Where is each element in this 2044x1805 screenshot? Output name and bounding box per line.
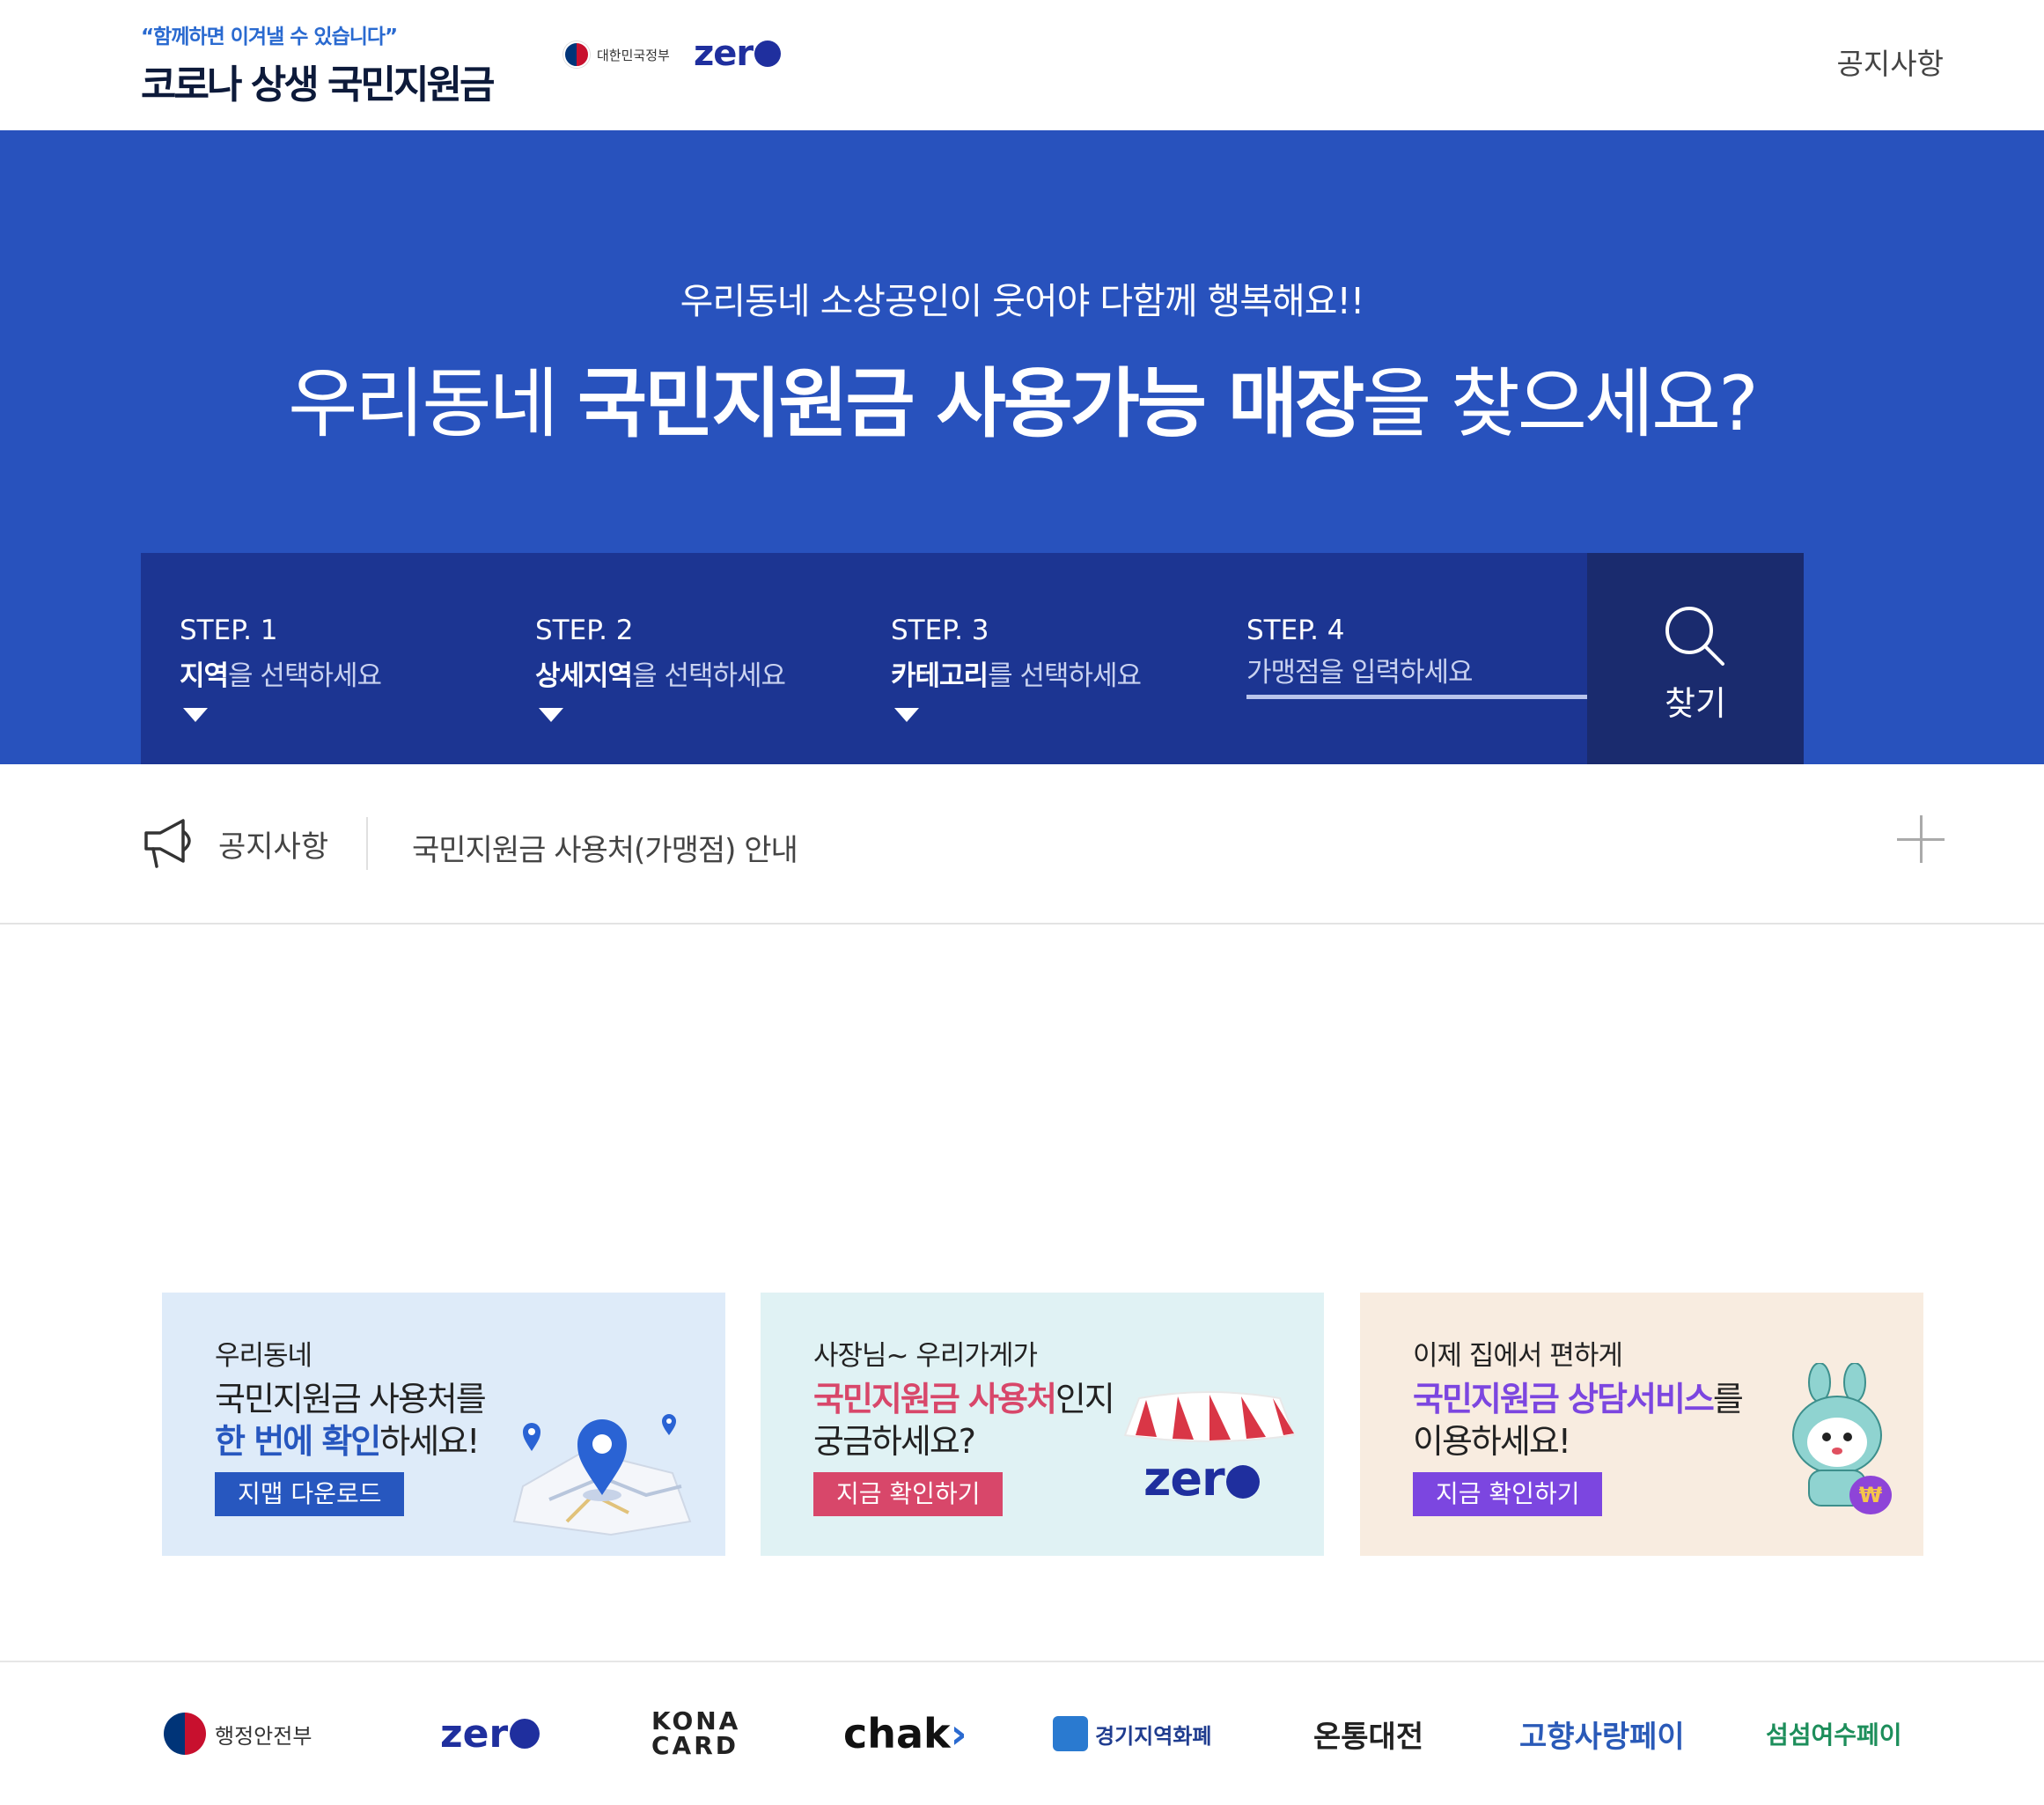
step-desc: 지역을 선택하세요	[180, 653, 382, 693]
banner-line2-rest: 인지	[1055, 1380, 1115, 1418]
hero-title-post: 을 찾으세요?	[1362, 360, 1759, 448]
banner-highlight: 국민지원금 상담서비스	[1413, 1380, 1715, 1418]
zmap-download-button[interactable]: 지맵 다운로드	[215, 1472, 405, 1516]
svg-text:₩: ₩	[1859, 1483, 1883, 1507]
gyeonggi-mark-icon	[1053, 1716, 1088, 1751]
search-button[interactable]: 찾기	[1587, 553, 1804, 764]
banner-line1: 사장님~ 우리가게가	[813, 1340, 1038, 1372]
store-awning-icon	[1123, 1391, 1296, 1442]
partner-konacard[interactable]: KONA CARD	[651, 1705, 740, 1763]
partner-name-line1: KONA	[651, 1706, 741, 1735]
banner-line2: 국민지원금 사용처인지	[813, 1372, 1115, 1420]
step-desc: 상세지역을 선택하세요	[535, 653, 786, 693]
zeropay-o-icon	[754, 41, 782, 67]
banner-highlight: 국민지원금 사용처	[813, 1380, 1057, 1418]
government-logo: 대한민국정부	[563, 41, 670, 69]
step-region-select[interactable]: STEP. 1 지역을 선택하세요	[180, 553, 514, 764]
search-icon	[1665, 607, 1724, 666]
step-desc-bold: 상세지역	[535, 660, 633, 692]
zeropay-o-icon	[1225, 1465, 1260, 1499]
partner-logos: 행정안전부 zer KONA CARD chak › 경기지역화폐 온통대전 고향사…	[0, 1661, 2044, 1805]
partner-zeropay[interactable]: zer	[440, 1705, 540, 1763]
step-label: STEP. 3	[891, 615, 989, 646]
step-subregion-select[interactable]: STEP. 2 상세지역을 선택하세요	[535, 553, 870, 764]
site-logo[interactable]: “함께하면 이겨낼 수 있습니다” 코로나 상생 국민지원금	[141, 19, 502, 107]
logo-title: 코로나 상생 국민지원금	[141, 63, 495, 107]
banner-consult-service[interactable]: 이제 집에서 편하게 국민지원금 상담서비스를 이용하세요! 지금 확인하기 ₩	[1360, 1293, 1923, 1556]
partner-gohyang-pay[interactable]: 고향사랑페이	[1519, 1705, 1685, 1763]
step-label: STEP. 4	[1246, 615, 1345, 646]
zeropay-logo-text: zer	[694, 33, 754, 74]
partner-name-line2: CARD	[651, 1731, 739, 1760]
notice-title: 공지사항	[218, 829, 329, 865]
partner-name: 경기지역화폐	[1095, 1723, 1212, 1749]
partner-mois[interactable]: 행정안전부	[164, 1705, 312, 1763]
partner-gyeonggi[interactable]: 경기지역화폐	[1053, 1705, 1211, 1763]
step-category-select[interactable]: STEP. 3 카테고리를 선택하세요	[891, 553, 1225, 764]
plus-icon[interactable]	[1897, 815, 1945, 863]
step-desc-rest: 을 선택하세요	[632, 660, 786, 692]
banner-line2-rest: 를	[1712, 1380, 1744, 1418]
store-search-form: STEP. 1 지역을 선택하세요 STEP. 2 상세지역을 선택하세요 ST…	[141, 553, 1728, 764]
zeropay-o-icon	[510, 1719, 540, 1749]
banner-line3: 한 번에 확인하세요!	[215, 1414, 480, 1462]
banner-zmap[interactable]: 우리동네 국민지원금 사용처를 한 번에 확인하세요! 지맵 다운로드	[162, 1293, 725, 1556]
banner-line3-rest: 하세요!	[379, 1422, 480, 1461]
hero-title-bold: 국민지원금 사용가능 매장	[577, 360, 1364, 448]
banner-line2: 국민지원금 사용처를	[215, 1380, 487, 1418]
map-pin-icon	[512, 1414, 692, 1536]
banner-line1: 이제 집에서 편하게	[1413, 1340, 1623, 1372]
banner-highlight: 한 번에 확인	[215, 1422, 381, 1461]
taegeuk-emblem-icon	[563, 41, 590, 68]
caret-down-icon[interactable]	[183, 708, 208, 722]
notice-bar: 공지사항 국민지원금 사용처(가맹점) 안내	[0, 764, 2044, 925]
partner-yeosu-pay[interactable]: 섬섬여수페이	[1766, 1705, 1902, 1763]
partner-name: zer	[440, 1711, 509, 1757]
partner-name: chak	[843, 1710, 951, 1757]
step-desc-bold: 카테고리	[891, 660, 989, 692]
step-label: STEP. 1	[180, 615, 278, 646]
gov-label: 대한민국정부	[597, 47, 670, 63]
divider	[366, 817, 368, 870]
hero-subtitle: 우리동네 소상공인이 웃어야 다함께 행복해요!!	[680, 280, 1365, 322]
zeropay-logo-text: zer	[1143, 1451, 1225, 1507]
chevron-right-icon: ›	[950, 1710, 967, 1757]
check-now-button[interactable]: 지금 확인하기	[813, 1472, 1004, 1516]
rabbit-mascot-icon: ₩	[1792, 1363, 1892, 1514]
caret-down-icon[interactable]	[894, 708, 919, 722]
nav-notice-link[interactable]: 공지사항	[1837, 41, 1944, 83]
banner-line1: 우리동네	[215, 1340, 312, 1372]
step-desc: 카테고리를 선택하세요	[891, 653, 1142, 693]
zeropay-logo: zer	[694, 33, 782, 74]
step-desc-rest: 을 선택하세요	[228, 660, 382, 692]
hero-title-pre: 우리동네	[288, 360, 578, 448]
notice-item-link[interactable]: 국민지원금 사용처(가맹점) 안내	[412, 826, 798, 869]
partner-name: 행정안전부	[215, 1723, 312, 1749]
banner-line3: 이용하세요!	[1413, 1422, 1571, 1461]
search-button-label: 찾기	[1665, 684, 1726, 723]
banner-zeropay-check[interactable]: 사장님~ 우리가게가 국민지원금 사용처인지 궁금하세요? 지금 확인하기 ze…	[761, 1293, 1324, 1556]
step-desc-bold: 지역	[180, 660, 229, 692]
step-label: STEP. 2	[535, 615, 634, 646]
site-header: “함께하면 이겨낼 수 있습니다” 코로나 상생 국민지원금 대한민국정부 ze…	[0, 0, 2044, 130]
banner-line2: 국민지원금 상담서비스를	[1413, 1372, 1744, 1420]
zeropay-logo: zer	[1143, 1451, 1260, 1507]
caret-down-icon[interactable]	[539, 708, 563, 722]
check-now-button[interactable]: 지금 확인하기	[1413, 1472, 1603, 1516]
step-desc-rest: 를 선택하세요	[988, 660, 1142, 692]
megaphone-icon	[144, 819, 191, 868]
logo-tagline: “함께하면 이겨낼 수 있습니다”	[141, 26, 398, 48]
partner-chak[interactable]: chak ›	[843, 1705, 967, 1763]
partner-ontong-daejeon[interactable]: 온통대전	[1313, 1705, 1423, 1763]
hero-title: 우리동네 국민지원금 사용가능 매장을 찾으세요?	[0, 342, 2044, 452]
taegeuk-emblem-icon	[164, 1713, 206, 1755]
banner-line3: 궁금하세요?	[813, 1422, 976, 1461]
